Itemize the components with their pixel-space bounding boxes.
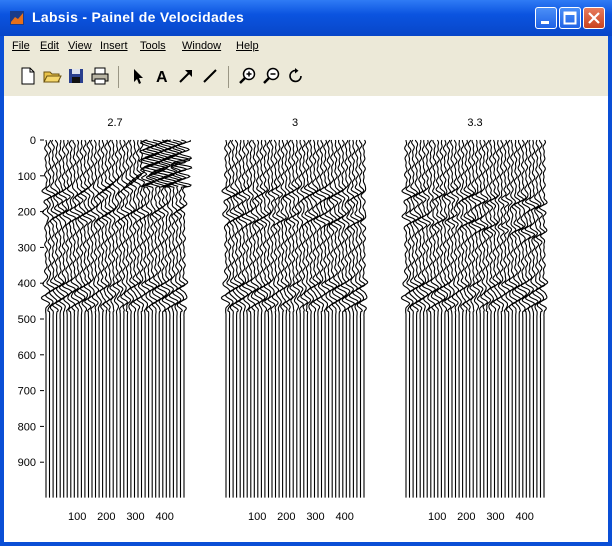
- y-tick-label: 300: [18, 242, 36, 254]
- y-tick-label: 900: [18, 457, 36, 469]
- seismic-velocity-panels: 2.7 100 200 300 400 3 100 200 300 400 3.3 100 200 300…: [18, 117, 549, 523]
- x-tick-label: 400: [335, 511, 353, 523]
- x-tick-label: 300: [126, 511, 144, 523]
- menu-window[interactable]: Window: [182, 40, 221, 52]
- minimize-button[interactable]: [535, 7, 557, 29]
- x-tick-label: 100: [248, 511, 266, 523]
- menu-file[interactable]: File: [12, 40, 30, 52]
- save-icon[interactable]: [66, 66, 86, 86]
- y-tick-label: 800: [18, 421, 36, 433]
- y-tick-label: 500: [18, 314, 36, 326]
- y-tick-label: 100: [18, 171, 36, 183]
- y-tick-label: 0: [30, 135, 36, 147]
- y-tick-label: 400: [18, 278, 36, 290]
- close-icon: [588, 12, 600, 24]
- x-tick-label: 100: [428, 511, 446, 523]
- seismic-trace: [271, 139, 280, 498]
- y-tick-label: 700: [18, 386, 36, 398]
- y-tick-label: 200: [18, 207, 36, 219]
- menu-edit[interactable]: Edit: [40, 40, 59, 52]
- matlab-logo-icon: [10, 11, 24, 25]
- line-icon[interactable]: [200, 66, 220, 86]
- title-bar[interactable]: Labsis - Painel de Velocidades: [0, 0, 612, 36]
- seismic-trace: [139, 139, 157, 498]
- seismic-trace: [160, 139, 178, 498]
- seismic-trace: [267, 139, 276, 498]
- seismic-trace: [256, 139, 267, 498]
- panel-title: 3: [292, 117, 298, 129]
- arrow-icon[interactable]: [176, 66, 196, 86]
- seismic-trace: [90, 139, 100, 498]
- menu-view[interactable]: View: [68, 40, 92, 52]
- x-tick-label: 200: [97, 511, 115, 523]
- seismic-panel: 3.3 100 200 300 400: [400, 117, 549, 523]
- menu-help[interactable]: Help: [236, 40, 259, 52]
- zoom-in-icon[interactable]: [238, 66, 258, 86]
- seismic-panel: 2.7 100 200 300 400: [40, 117, 193, 523]
- figure-canvas[interactable]: 2.7 100 200 300 400 3 100 200 300 400 3.3 100 200 300…: [4, 96, 608, 542]
- seismic-trace: [82, 139, 93, 498]
- menu-bar: File Edit View Insert Tools Window Help: [4, 36, 608, 56]
- x-tick-label: 300: [486, 511, 504, 523]
- text-icon[interactable]: A: [152, 66, 172, 86]
- toolbar-separator: [118, 66, 119, 88]
- close-button[interactable]: [583, 7, 605, 29]
- figure-toolbar: A: [4, 58, 608, 97]
- print-icon[interactable]: [90, 66, 110, 86]
- menu-tools[interactable]: Tools: [140, 40, 166, 52]
- seismic-panel: 3 100 200 300 400: [220, 117, 369, 523]
- panel-title: 2.7: [107, 117, 122, 129]
- x-tick-label: 400: [515, 511, 533, 523]
- maximize-button[interactable]: [559, 7, 581, 29]
- panel-title: 3.3: [467, 117, 482, 129]
- seismic-trace: [483, 139, 492, 498]
- open-folder-icon[interactable]: [42, 66, 62, 86]
- seismic-trace: [292, 139, 300, 498]
- seismic-trace: [143, 139, 161, 498]
- window-title: Labsis - Painel de Velocidades: [32, 9, 245, 25]
- seismic-trace: [150, 139, 168, 498]
- x-tick-label: 100: [68, 511, 86, 523]
- y-tick-label: 600: [18, 350, 36, 362]
- maximize-icon: [563, 11, 577, 25]
- rotate-icon[interactable]: [286, 66, 306, 86]
- menu-insert[interactable]: Insert: [100, 40, 128, 52]
- toolbar-separator: [228, 66, 229, 88]
- seismic-trace: [296, 139, 305, 498]
- seismic-trace: [486, 139, 496, 498]
- window-client-area: File Edit View Insert Tools Window Help: [4, 36, 608, 542]
- x-tick-label: 200: [277, 511, 295, 523]
- x-tick-label: 300: [306, 511, 324, 523]
- matlab-figure-window: Labsis - Painel de Velocidades File Edit…: [0, 0, 612, 546]
- zoom-out-icon[interactable]: [262, 66, 282, 86]
- pointer-icon[interactable]: [128, 66, 148, 86]
- x-tick-label: 400: [155, 511, 173, 523]
- x-tick-label: 200: [457, 511, 475, 523]
- svg-text:A: A: [156, 69, 168, 86]
- minimize-icon: [541, 21, 549, 24]
- new-file-icon[interactable]: [18, 66, 38, 86]
